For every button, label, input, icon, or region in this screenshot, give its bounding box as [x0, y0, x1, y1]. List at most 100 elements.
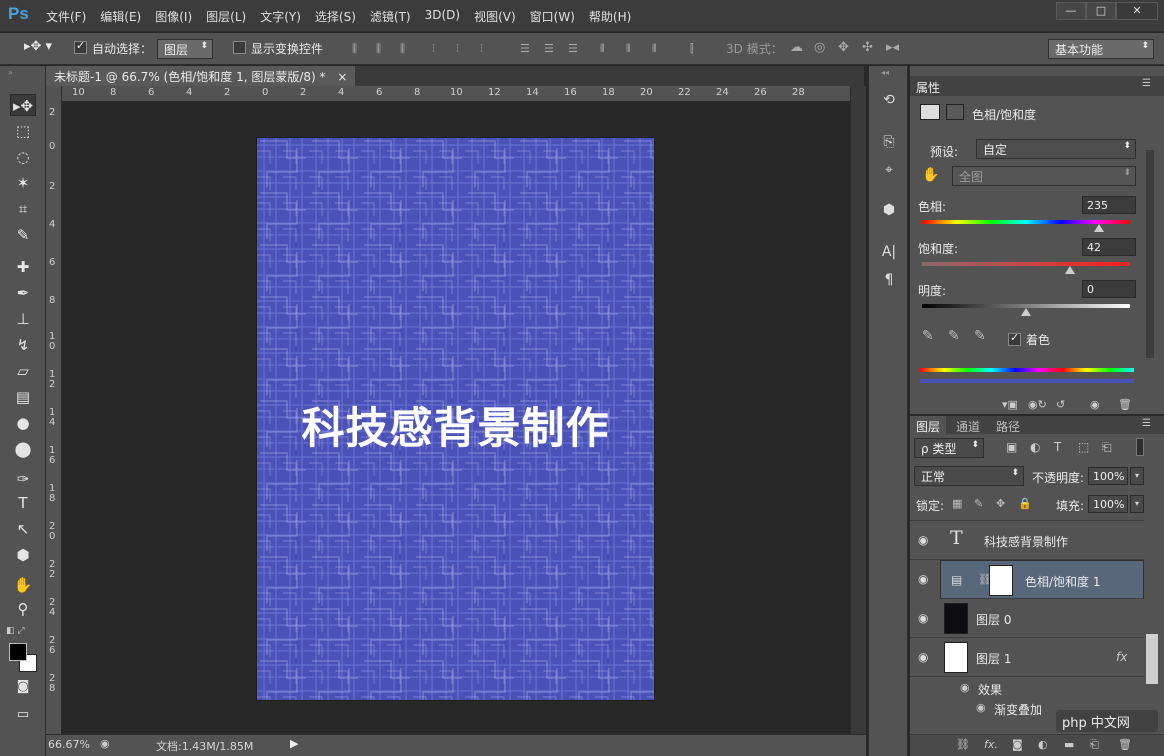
- document-canvas[interactable]: 科技感背景制作: [257, 138, 654, 700]
- add-style-icon[interactable]: fx.: [984, 738, 998, 751]
- tab-layers[interactable]: 图层: [910, 416, 947, 434]
- menu-select[interactable]: 选择(S): [315, 8, 356, 25]
- path-selection-tool-icon[interactable]: ↖: [10, 518, 36, 540]
- align-top-icon[interactable]: ⫼: [352, 42, 364, 56]
- menu-filter[interactable]: 滤镜(T): [370, 8, 411, 25]
- visibility-eye-icon[interactable]: ◉: [918, 611, 928, 625]
- distribute-bottom-icon[interactable]: ☰: [568, 42, 580, 56]
- fill-dropdown-icon[interactable]: ▾: [1130, 495, 1144, 513]
- visibility-eye-icon[interactable]: ◉: [918, 533, 928, 547]
- menu-layer[interactable]: 图层(L): [206, 8, 246, 25]
- filter-type-icon[interactable]: T: [1054, 440, 1061, 454]
- quick-mask-icon[interactable]: ◙: [10, 676, 36, 698]
- 3d-scale-icon[interactable]: ▸◂: [886, 40, 899, 55]
- screen-mode-icon[interactable]: ▭: [10, 704, 36, 726]
- fx-indicator[interactable]: fx: [1116, 650, 1127, 664]
- layer-row-text[interactable]: ◉ T 科技感背景制作: [910, 521, 1144, 560]
- colorize-checkbox[interactable]: [1008, 331, 1021, 346]
- menu-3d[interactable]: 3D(D): [425, 8, 460, 25]
- menu-window[interactable]: 窗口(W): [530, 8, 575, 25]
- effects-eye-icon[interactable]: ◉: [960, 681, 970, 694]
- filter-pixel-icon[interactable]: ▣: [1006, 440, 1017, 454]
- align-vcenter-icon[interactable]: ⫼: [376, 42, 388, 56]
- marquee-tool-icon[interactable]: ⬚: [10, 120, 36, 142]
- distribute-hcenter-icon[interactable]: ⫴: [626, 42, 638, 56]
- tab-paths[interactable]: 路径: [990, 416, 1026, 434]
- toggle-visibility-icon[interactable]: ◉: [1090, 398, 1100, 411]
- link-layers-icon[interactable]: ⛓: [956, 738, 970, 751]
- clip-to-layer-icon[interactable]: ▾▣: [1002, 398, 1018, 411]
- filter-shape-icon[interactable]: ⬚: [1078, 440, 1089, 454]
- auto-select-checkbox[interactable]: [74, 39, 87, 54]
- type-tool-icon[interactable]: T: [10, 492, 36, 514]
- history-panel-icon[interactable]: ⟲: [879, 92, 899, 112]
- zoom-tool-icon[interactable]: ⚲: [10, 598, 36, 620]
- workspace-dropdown[interactable]: 基本功能 ⬍: [1048, 39, 1154, 59]
- align-hcenter-icon[interactable]: ⫶: [456, 42, 468, 56]
- lightness-slider-thumb[interactable]: [1021, 308, 1031, 316]
- channel-dropdown[interactable]: 全图 ⬍: [952, 166, 1136, 186]
- effect-eye-icon[interactable]: ◉: [976, 701, 986, 714]
- layer-filter-dropdown[interactable]: ρ 类型 ⬍: [914, 438, 984, 458]
- menu-file[interactable]: 文件(F): [46, 8, 86, 25]
- strip-collapse-icon[interactable]: ◂◂: [881, 68, 889, 77]
- canvas-vertical-scrollbar[interactable]: [850, 86, 866, 734]
- opacity-dropdown-icon[interactable]: ▾: [1130, 467, 1144, 485]
- new-group-icon[interactable]: ▬: [1064, 738, 1074, 751]
- auto-align-icon[interactable]: ⫿: [690, 42, 702, 56]
- 3d-rotate-icon[interactable]: ☁: [790, 40, 803, 55]
- document-tab[interactable]: 未标题-1 @ 66.7% (色相/饱和度 1, 图层蒙版/8) * ×: [46, 66, 356, 86]
- preset-dropdown[interactable]: 自定 ⬍: [976, 139, 1136, 159]
- foreground-color-swatch[interactable]: [9, 643, 27, 661]
- opacity-input[interactable]: 100%: [1088, 467, 1128, 485]
- blur-tool-icon[interactable]: ●: [10, 412, 36, 434]
- menu-view[interactable]: 视图(V): [474, 8, 516, 25]
- new-layer-icon[interactable]: ⎗: [1090, 738, 1099, 752]
- pen-tool-icon[interactable]: ✑: [10, 468, 36, 490]
- eyedropper-subtract-icon[interactable]: ✎: [974, 328, 986, 344]
- document-tab-close-icon[interactable]: ×: [337, 70, 347, 84]
- layers-panel-menu-icon[interactable]: ☰: [1142, 418, 1151, 429]
- brush-tool-icon[interactable]: ✒: [10, 282, 36, 304]
- status-info-icon[interactable]: ◉: [100, 737, 110, 750]
- lock-position-icon[interactable]: ✥: [996, 497, 1005, 510]
- blend-mode-dropdown[interactable]: 正常 ⬍: [914, 466, 1024, 486]
- delete-adjustment-icon[interactable]: 🗑: [1118, 398, 1132, 411]
- distribute-vcenter-icon[interactable]: ☰: [544, 42, 556, 56]
- visibility-eye-icon[interactable]: ◉: [918, 572, 928, 586]
- hue-slider-thumb[interactable]: [1094, 224, 1105, 232]
- hue-input[interactable]: 235: [1082, 196, 1136, 214]
- new-adjustment-icon[interactable]: ◐: [1038, 738, 1048, 751]
- filter-adjustment-icon[interactable]: ◐: [1030, 440, 1040, 454]
- filter-smart-object-icon[interactable]: ⎗: [1102, 440, 1112, 455]
- show-transform-checkbox[interactable]: [233, 40, 246, 54]
- view-previous-icon[interactable]: ◉↻: [1028, 398, 1047, 411]
- gradient-tool-icon[interactable]: ▤: [10, 386, 36, 408]
- align-bottom-icon[interactable]: ⫼: [400, 42, 412, 56]
- 3d-slide-icon[interactable]: ✣: [862, 40, 874, 55]
- 3d-pan-icon[interactable]: ✥: [838, 40, 850, 55]
- panel-menu-icon[interactable]: ☰: [1142, 78, 1151, 89]
- delete-layer-icon[interactable]: 🗑: [1118, 738, 1132, 751]
- auto-select-dropdown[interactable]: 图层 ⬍: [157, 39, 213, 59]
- maximize-button[interactable]: □: [1086, 2, 1116, 20]
- menu-help[interactable]: 帮助(H): [589, 8, 631, 25]
- eyedropper-add-icon[interactable]: ✎: [948, 328, 960, 344]
- menu-type[interactable]: 文字(Y): [260, 8, 301, 25]
- default-colors-icon[interactable]: ◧ ⤢: [6, 626, 25, 636]
- eyedropper-icon[interactable]: ✎: [922, 328, 934, 344]
- lock-all-icon[interactable]: 🔒: [1018, 497, 1032, 510]
- align-left-icon[interactable]: ⫶: [432, 42, 444, 56]
- effects-row[interactable]: ◉ 效果: [910, 678, 1144, 698]
- lasso-tool-icon[interactable]: ◌: [10, 146, 36, 168]
- lock-image-icon[interactable]: ✎: [974, 497, 983, 510]
- layer-mask-thumbnail[interactable]: [989, 565, 1013, 596]
- adjustments-panel-icon[interactable]: ⌖: [879, 162, 899, 182]
- hand-tool-icon[interactable]: ✋: [10, 574, 36, 596]
- status-menu-arrow-icon[interactable]: ▶: [290, 737, 298, 750]
- 3d-panel-icon[interactable]: ⬢: [879, 202, 899, 222]
- history-brush-tool-icon[interactable]: ↯: [10, 334, 36, 356]
- saturation-slider-thumb[interactable]: [1064, 266, 1075, 274]
- distribute-right-icon[interactable]: ⫴: [652, 42, 664, 56]
- menu-edit[interactable]: 编辑(E): [100, 8, 141, 25]
